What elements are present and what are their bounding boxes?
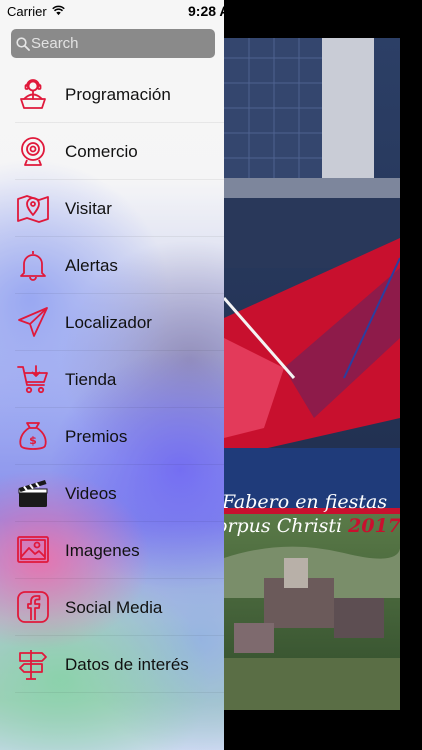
poster-title-line2: orpus Christi 2017 [224,514,400,538]
menu-item-programacion[interactable]: Programación [0,66,224,123]
menu-item-label: Programación [65,85,171,104]
menu-item-label: Videos [65,484,117,503]
money-bag-icon: $ [16,419,50,453]
search-input[interactable] [31,29,211,58]
bell-icon [16,248,50,282]
wifi-icon [52,5,65,16]
signpost-icon [16,647,50,681]
event-poster[interactable]: Fabero en fiestas orpus Christi 2017 [224,38,400,710]
status-bar: Carrier 9:28 A [0,0,422,22]
carrier-label: Carrier [7,4,47,19]
menu-item-label: Tienda [65,370,117,389]
menu-item-videos[interactable]: Videos [0,465,224,522]
poster-artwork [224,38,400,710]
menu-item-visitar[interactable]: Visitar [0,180,224,237]
side-drawer: Programación Comercio [0,0,224,750]
svg-text:$: $ [29,434,37,447]
drawer-menu: Programación Comercio Visitar Alertas Lo… [0,66,224,693]
facebook-icon [16,590,50,624]
menu-item-imagenes[interactable]: Imagenes [0,522,224,579]
menu-item-tienda[interactable]: Tienda [0,351,224,408]
webcam-icon [16,134,50,168]
search-icon [16,37,30,51]
menu-item-label: Alertas [65,256,118,275]
clapperboard-icon [16,476,50,510]
menu-item-alertas[interactable]: Alertas [0,237,224,294]
menu-item-localizador[interactable]: Localizador [0,294,224,351]
menu-item-label: Visitar [65,199,112,218]
poster-title-line1: Fabero en fiestas [224,491,388,513]
menu-item-label: Social Media [65,598,163,617]
image-icon [16,533,50,567]
search-bar[interactable] [11,29,215,58]
menu-item-label: Localizador [65,313,152,332]
menu-item-datos-de-interes[interactable]: Datos de interés [0,636,224,693]
menu-item-label: Imagenes [65,541,140,560]
poster-subtitle: orpus Christi [224,515,349,537]
menu-item-premios[interactable]: $ Premios [0,408,224,465]
menu-item-label: Datos de interés [65,655,189,674]
menu-item-label: Premios [65,427,128,446]
menu-item-label: Comercio [65,142,138,161]
map-pin-icon [16,191,50,225]
menu-item-social-media[interactable]: Social Media [0,579,224,636]
shopping-cart-icon [16,362,50,396]
radio-host-icon [16,77,50,111]
poster-year: 2017 [348,515,400,537]
clock-time: 9:28 A [188,3,230,19]
paper-plane-icon [16,305,50,339]
menu-item-comercio[interactable]: Comercio [0,123,224,180]
